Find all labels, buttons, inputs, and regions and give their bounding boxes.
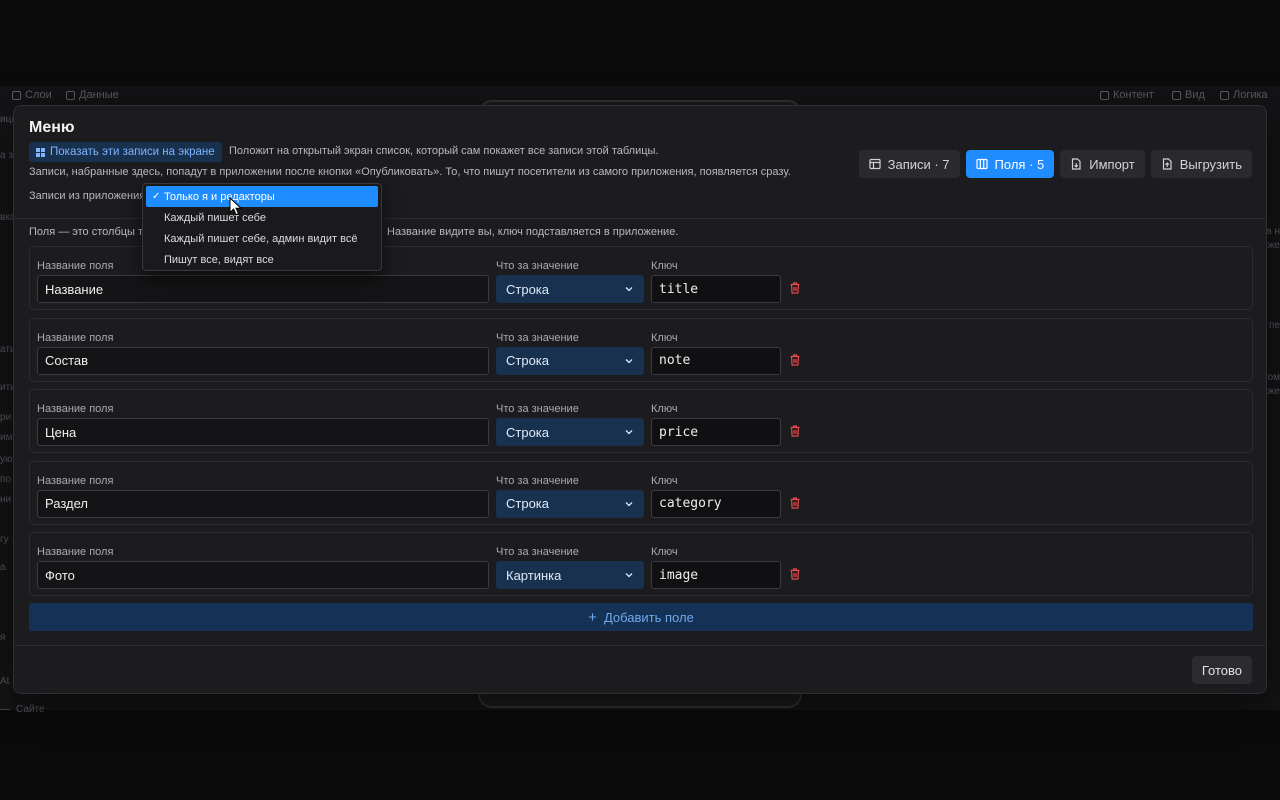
chevron-down-icon <box>625 573 633 578</box>
tab-fields[interactable]: Поля · 5 <box>965 150 1055 178</box>
field-type-label: Что за значение <box>496 546 579 558</box>
trash-icon[interactable] <box>788 424 802 438</box>
permission-dropdown-menu: ✓ Только я и редакторы Каждый пишет себе… <box>142 183 382 271</box>
columns-icon <box>975 158 988 170</box>
chevron-down-icon <box>625 358 633 363</box>
chevron-down-icon <box>625 430 633 435</box>
field-name-input[interactable]: Состав <box>37 346 489 375</box>
bolt-icon <box>1220 90 1229 100</box>
bg-text-fragment: ую <box>0 454 13 465</box>
field-name-label: Название поля <box>37 260 114 272</box>
dropdown-option-each-own[interactable]: Каждый пишет себе <box>146 207 378 228</box>
done-button[interactable]: Готово <box>1191 656 1252 684</box>
fields-list: Название поля Что за значение Ключ Назва… <box>29 246 1253 604</box>
trash-icon[interactable] <box>788 496 802 510</box>
background-left-panel <box>0 106 14 710</box>
bg-tab-logic[interactable]: Логика <box>1220 89 1268 101</box>
field-name-label: Название поля <box>37 403 114 415</box>
field-type-label: Что за значение <box>496 403 579 415</box>
layers-icon <box>12 90 21 100</box>
field-key-input[interactable]: note <box>651 346 781 375</box>
bg-text-fragment: пе <box>1269 320 1280 331</box>
dialog-title: Меню <box>29 119 75 136</box>
field-type-select[interactable]: Строка <box>496 489 644 518</box>
field-row: Название поля Что за значение Ключ Фото … <box>29 532 1253 596</box>
field-name-input[interactable]: Раздел <box>37 489 489 518</box>
field-row: Название поля Что за значение Ключ Разде… <box>29 460 1253 525</box>
field-type-select[interactable]: Строка <box>496 346 644 375</box>
grid-icon <box>36 147 45 157</box>
field-type-select[interactable]: Картинка <box>496 561 644 589</box>
tab-export[interactable]: Выгрузить <box>1150 150 1252 178</box>
tab-import[interactable]: Импорт <box>1060 150 1145 178</box>
publish-info-text: Записи, набранные здесь, попадут в прило… <box>29 166 791 178</box>
field-type-label: Что за значение <box>496 331 579 344</box>
field-key-label: Ключ <box>651 403 678 415</box>
dialog-tabs: Записи · 7 Поля · 5 Импорт Выгрузить <box>858 150 1252 178</box>
bg-text-fragment: а н <box>1266 226 1280 237</box>
chevron-down-icon <box>625 287 633 292</box>
bg-text-fragment: а з <box>0 150 13 161</box>
field-key-label: Ключ <box>651 546 678 558</box>
add-field-button[interactable]: + Добавить поле <box>29 603 1253 631</box>
field-row: Название поля Что за значение Ключ Соста… <box>29 317 1253 382</box>
field-key-label: Ключ <box>651 474 678 487</box>
bg-tab-view[interactable]: Вид <box>1172 89 1205 101</box>
bg-text-fragment: а <box>0 562 6 573</box>
bg-text-fragment: по <box>0 474 11 485</box>
field-key-label: Ключ <box>651 331 678 344</box>
chevron-down-icon <box>625 501 633 506</box>
bg-text-fragment: гу <box>0 534 9 545</box>
bg-tab-layers[interactable]: Слои <box>12 89 52 101</box>
field-key-input[interactable]: price <box>651 418 781 446</box>
field-key-input[interactable]: image <box>651 561 781 589</box>
divider <box>14 645 1266 646</box>
bg-text-fragment: ом <box>1267 372 1280 383</box>
table-icon <box>869 158 881 170</box>
field-name-input[interactable]: Название <box>37 275 489 303</box>
bg-text-fragment: At <box>0 676 10 687</box>
gear-icon <box>1100 90 1109 100</box>
trash-icon[interactable] <box>788 353 802 367</box>
field-name-input[interactable]: Фото <box>37 561 489 589</box>
field-key-input[interactable]: category <box>651 489 781 518</box>
bg-text-fragment: — <box>0 704 10 715</box>
field-type-label: Что за значение <box>496 260 579 272</box>
field-row: Название поля Что за значение Ключ Цена … <box>29 389 1253 453</box>
tab-records[interactable]: Записи · 7 <box>858 150 960 178</box>
brush-icon <box>1172 90 1181 100</box>
file-export-icon <box>1162 158 1172 170</box>
dropdown-option-each-own-admin-all[interactable]: Каждый пишет себе, админ видит всё <box>146 228 378 249</box>
file-import-icon <box>1072 158 1081 170</box>
field-key-input[interactable]: title <box>651 275 781 303</box>
show-records-description: Положит на открытый экран список, которы… <box>229 145 659 157</box>
show-records-button[interactable]: Показать эти записи на экране <box>29 142 222 162</box>
bg-tab-data[interactable]: Данные <box>66 89 119 101</box>
database-icon <box>66 90 75 100</box>
field-key-label: Ключ <box>651 260 678 272</box>
field-name-input[interactable]: Цена <box>37 418 489 446</box>
bg-tab-content[interactable]: Контент <box>1100 89 1154 101</box>
field-name-label: Название поля <box>37 331 114 344</box>
app-records-permission-label: Записи из приложения <box>29 190 146 202</box>
check-icon: ✓ <box>152 191 161 202</box>
dropdown-option-only-me-editors[interactable]: ✓ Только я и редакторы <box>146 186 378 207</box>
bg-text-fragment: ни <box>0 494 12 505</box>
plus-icon: + <box>588 608 597 626</box>
field-name-label: Название поля <box>37 474 114 487</box>
bg-text-fragment: я <box>0 632 6 643</box>
field-type-select[interactable]: Строка <box>496 275 644 303</box>
mouse-cursor-icon <box>229 197 243 216</box>
show-records-label: Показать эти записи на экране <box>50 146 215 158</box>
field-type-select[interactable]: Строка <box>496 418 644 446</box>
field-name-label: Название поля <box>37 546 114 558</box>
trash-icon[interactable] <box>788 567 802 581</box>
bg-text-fragment: Сайте <box>16 704 45 715</box>
field-type-label: Что за значение <box>496 474 579 487</box>
bg-text-fragment: им <box>0 432 13 443</box>
dropdown-option-all-write-all-see[interactable]: Пишут все, видят все <box>146 249 378 270</box>
bg-text-fragment: ри <box>0 412 12 423</box>
trash-icon[interactable] <box>788 281 802 295</box>
